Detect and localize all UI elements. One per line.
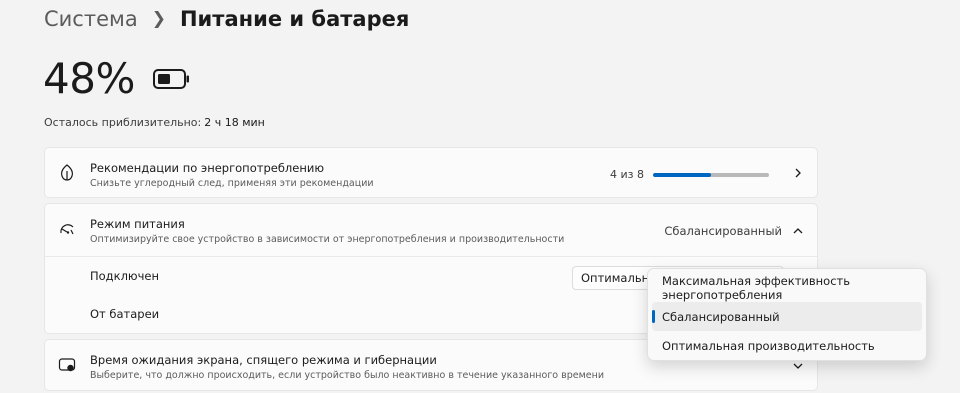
option-label: Сбалансированный [662, 309, 780, 324]
remaining-value: 2 ч 18 мин [204, 116, 265, 129]
dropdown-option-max-efficiency[interactable]: Максимальная эффективность энергопотребл… [652, 273, 922, 302]
sleep-title: Время ожидания экрана, спящего режима и … [90, 353, 437, 367]
recommendations-title: Рекомендации по энергопотреблению [90, 161, 325, 175]
recommendations-card[interactable]: Рекомендации по энергопотреблению Снизьт… [44, 147, 818, 198]
battery-icon [152, 68, 191, 90]
breadcrumb-parent-link[interactable]: Система [44, 7, 138, 31]
power-mode-title: Режим питания [90, 217, 185, 231]
option-label: Оптимальная производительность [662, 338, 875, 353]
on-battery-label: От батареи [90, 307, 160, 321]
recommendations-subtitle: Снизьте углеродный след, применяя эти ре… [90, 178, 374, 189]
progress-text: 4 из 8 [610, 168, 644, 181]
dropdown-option-best-performance[interactable]: Оптимальная производительность [652, 331, 922, 360]
remaining-time: Осталось приблизительно: 2 ч 18 мин [44, 116, 265, 129]
power-mode-dropdown: Максимальная эффективность энергопотребл… [647, 268, 927, 361]
battery-percent: 48% [43, 54, 135, 103]
screen-sleep-icon [58, 356, 76, 374]
recommendations-progress: 4 из 8 [610, 168, 769, 181]
selection-indicator [652, 310, 655, 323]
leaf-icon [58, 164, 76, 182]
plugged-in-label: Подключен [90, 269, 159, 283]
power-mode-icon [58, 221, 76, 239]
page-title: Питание и батарея [179, 7, 410, 31]
dropdown-option-balanced[interactable]: Сбалансированный [652, 302, 922, 331]
chevron-right-icon: ❯ [151, 9, 166, 29]
option-label: Максимальная эффективность энергопотребл… [662, 273, 851, 302]
remaining-label: Осталось приблизительно: [44, 116, 202, 129]
power-mode-value: Сбалансированный [664, 224, 782, 238]
chevron-down-icon [793, 363, 803, 369]
chevron-right-icon [795, 168, 801, 178]
breadcrumb: Система ❯ Питание и батарея [44, 7, 409, 31]
chevron-up-icon [793, 228, 803, 234]
progress-bar [653, 172, 769, 177]
sleep-subtitle: Выберите, что должно происходить, если у… [90, 370, 605, 381]
power-mode-header[interactable]: Режим питания Оптимизируйте свое устройс… [45, 204, 817, 257]
progress-bar-fill [653, 172, 711, 177]
battery-status: 48% [43, 54, 191, 103]
power-mode-subtitle: Оптимизируйте свое устройство в зависимо… [90, 234, 565, 245]
